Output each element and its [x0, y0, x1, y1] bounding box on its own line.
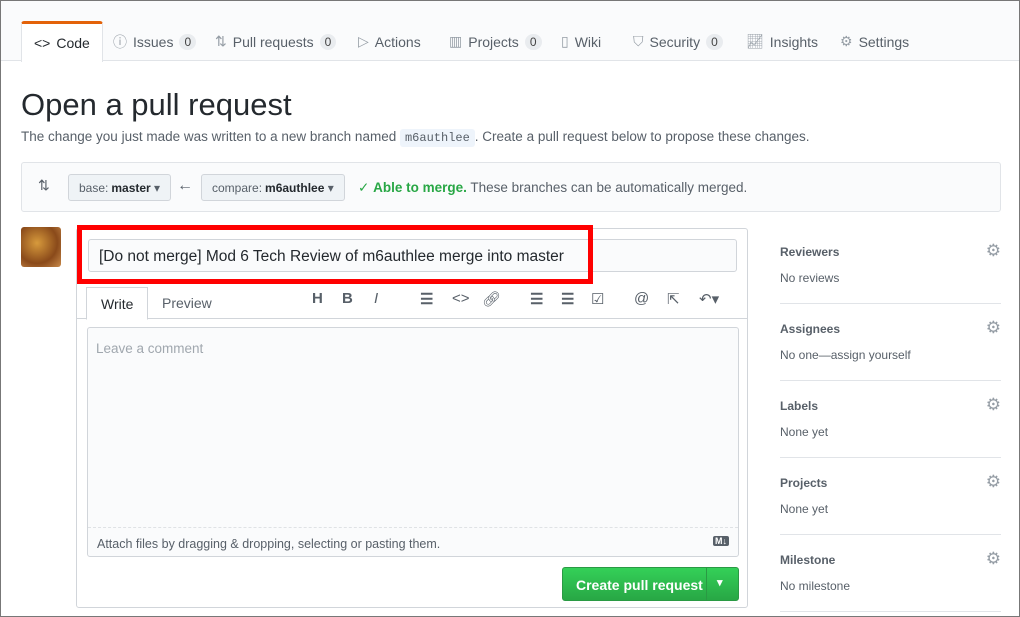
- counter: 0: [319, 33, 337, 50]
- page-subtitle: The change you just made was written to …: [21, 129, 810, 147]
- link-icon[interactable]: 🔗︎: [482, 290, 501, 308]
- tab-label: Issues: [133, 33, 174, 50]
- project-icon: ▥: [449, 33, 463, 49]
- counter: 0: [706, 33, 723, 50]
- editor-tabs: Write Preview H B I ☰ <> 🔗︎ ☰ ☰ ☑ @ ⇱ ↶▾: [76, 287, 748, 320]
- tab-label: Projects: [468, 33, 519, 50]
- play-icon: ▷: [358, 33, 369, 49]
- comment-placeholder: Leave a comment: [96, 341, 204, 356]
- sidebar-value: None yet: [780, 502, 829, 516]
- reply-icon[interactable]: ↶▾: [699, 290, 719, 308]
- base-branch-select[interactable]: base: master ▾: [68, 174, 172, 201]
- tab-code[interactable]: <> Code: [21, 21, 103, 62]
- bulleted-list-icon[interactable]: ☰: [530, 290, 543, 308]
- sidebar-heading: Projects: [780, 476, 828, 490]
- gear-icon: ⚙: [840, 33, 853, 49]
- code-icon: <>: [34, 35, 51, 51]
- pull-request-icon: ⇅: [215, 33, 227, 49]
- sidebar-assignees: Assignees ⚙ No one—assign yourself: [780, 304, 1001, 381]
- compare-icon: ⇅: [38, 177, 50, 193]
- status: Able to merge.: [373, 180, 467, 195]
- tab-label: Insights: [769, 33, 819, 50]
- bold-icon[interactable]: B: [342, 290, 353, 307]
- gear-icon[interactable]: ⚙: [986, 395, 1001, 415]
- sidebar-reviewers: Reviewers ⚙ No reviews: [780, 227, 1001, 304]
- quote-icon[interactable]: ☰: [420, 290, 433, 308]
- tab-label: Code: [56, 35, 90, 51]
- value: master: [111, 180, 151, 195]
- shield-icon: ⛉: [633, 33, 644, 49]
- sidebar-value: No reviews: [780, 271, 840, 285]
- task-list-icon[interactable]: ☑: [591, 290, 604, 308]
- tab-preview[interactable]: Preview: [148, 287, 226, 319]
- numbered-list-icon[interactable]: ☰: [561, 290, 574, 308]
- avatar[interactable]: [21, 227, 61, 267]
- sidebar-labels: Labels ⚙ None yet: [780, 381, 1001, 458]
- subtitle-text: . Create a pull request below to propose…: [474, 129, 810, 144]
- page-title: Open a pull request: [21, 87, 292, 122]
- branch-name: m6authlee: [399, 129, 475, 147]
- comment-textarea[interactable]: [87, 327, 739, 557]
- tab-security[interactable]: ⛉ Security 0: [621, 21, 735, 62]
- counter: 0: [179, 33, 197, 50]
- label: compare:: [212, 180, 263, 195]
- sidebar-value: None yet: [780, 425, 829, 439]
- repo-nav: <> Code ⓘ Issues 0 ⇅ Pull requests 0 ▷ Actions…: [1, 1, 1019, 62]
- gear-icon[interactable]: ⚙: [986, 549, 1001, 569]
- highlight-box: [77, 225, 593, 284]
- tab-label: Wiki: [574, 33, 602, 50]
- tab-pull-requests[interactable]: ⇅ Pull requests 0: [203, 21, 348, 62]
- tab-issues[interactable]: ⓘ Issues 0: [101, 21, 208, 62]
- label: base:: [79, 180, 109, 195]
- tab-actions[interactable]: ▷ Actions: [346, 21, 433, 62]
- book-icon: ▯: [561, 33, 569, 49]
- tab-label: Security: [649, 33, 701, 50]
- tab-label: Settings: [858, 33, 910, 50]
- button-label: Create pull request: [576, 577, 703, 593]
- divider: [706, 568, 707, 600]
- tab-write[interactable]: Write: [86, 287, 149, 320]
- reference-icon[interactable]: ⇱: [667, 290, 680, 308]
- tab-projects[interactable]: ▥ Projects 0: [437, 21, 554, 62]
- sidebar-heading: Milestone: [780, 553, 836, 567]
- gear-icon[interactable]: ⚙: [986, 472, 1001, 492]
- tab-label: Actions: [374, 33, 421, 50]
- caret-down-icon[interactable]: ▾: [717, 576, 723, 589]
- tab-insights[interactable]: 📈︎ Insights: [734, 21, 830, 62]
- code-icon[interactable]: <>: [452, 290, 470, 307]
- merge-status: ✓ Able to merge. These branches can be a…: [358, 180, 747, 196]
- italic-icon[interactable]: I: [374, 290, 378, 307]
- value: m6authlee: [265, 180, 325, 195]
- sidebar-value[interactable]: No one—assign yourself: [780, 348, 911, 362]
- sidebar-value: No milestone: [780, 579, 851, 593]
- arrow-left-icon: ←: [177, 177, 193, 194]
- tab-label: Pull requests: [232, 33, 314, 50]
- sidebar-heading: Assignees: [780, 322, 841, 336]
- create-pull-request-button[interactable]: Create pull request ▾: [562, 567, 739, 601]
- compare-branch-select[interactable]: compare: m6authlee ▾: [201, 174, 345, 201]
- sidebar-heading: Labels: [780, 399, 819, 413]
- mention-icon[interactable]: @: [634, 290, 649, 307]
- subtitle-text: The change you just made was written to …: [21, 129, 397, 144]
- counter: 0: [524, 33, 542, 50]
- tab-settings[interactable]: ⚙ Settings: [828, 21, 921, 62]
- heading-icon[interactable]: H: [312, 290, 323, 307]
- issue-icon: ⓘ: [113, 33, 127, 50]
- gear-icon[interactable]: ⚙: [986, 318, 1001, 338]
- sidebar-heading: Reviewers: [780, 245, 840, 259]
- compare-bar: ⇅ base: master ▾ ← compare: m6authlee ▾ ✓ …: [21, 162, 1001, 212]
- check-icon: ✓: [358, 180, 370, 195]
- tab-wiki[interactable]: ▯ Wiki: [549, 21, 613, 62]
- attach-files[interactable]: Attach files by dragging & dropping, sel…: [88, 527, 738, 557]
- attach-text: Attach files by dragging & dropping, sel…: [97, 537, 441, 551]
- status-detail: These branches can be automatically merg…: [470, 180, 748, 195]
- sidebar-milestone: Milestone ⚙ No milestone: [780, 535, 1001, 612]
- sidebar-projects: Projects ⚙ None yet: [780, 458, 1001, 535]
- graph-icon: 📈︎: [746, 33, 764, 49]
- gear-icon[interactable]: ⚙: [986, 241, 1001, 261]
- markdown-icon: M↓: [713, 536, 729, 546]
